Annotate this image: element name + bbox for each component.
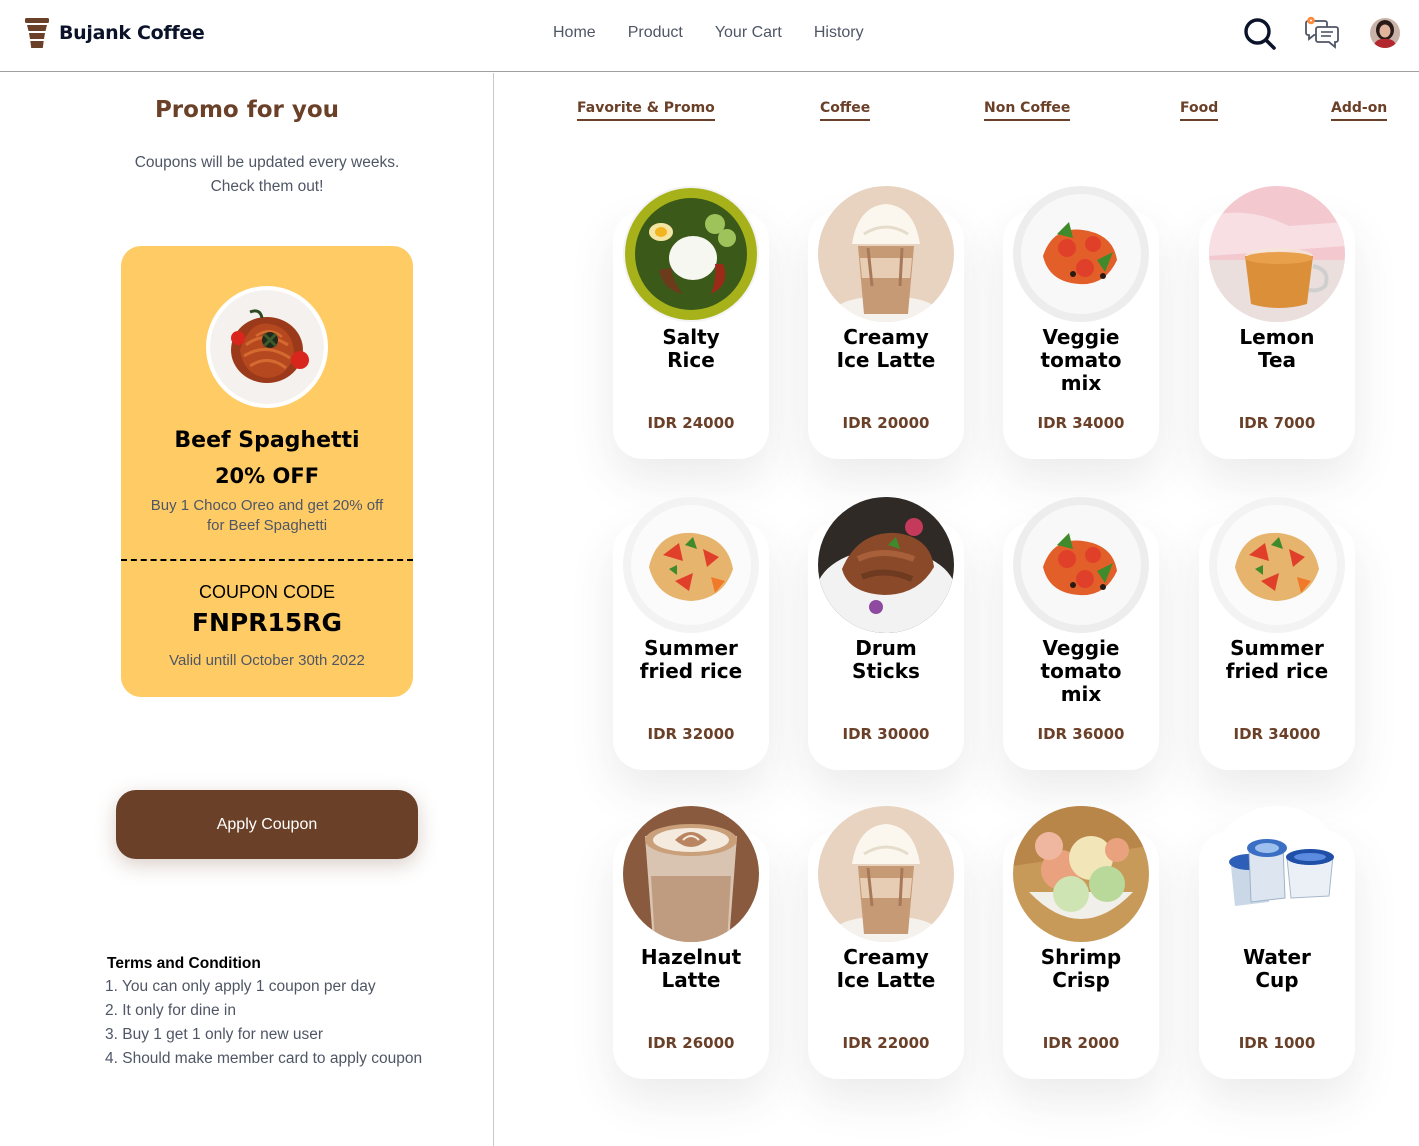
nasi-lemak-image — [623, 186, 759, 322]
coupon-validity: Valid untill October 30th 2022 — [169, 652, 365, 669]
product-card[interactable]: Summer fried rice IDR 34000 — [1199, 497, 1355, 770]
product-card[interactable]: Shrimp Crisp IDR 2000 — [1003, 806, 1159, 1079]
product-name: Hazelnut Latte — [640, 945, 742, 992]
product-price: IDR 26000 — [647, 1034, 735, 1052]
brand[interactable]: Bujank Coffee — [24, 17, 205, 49]
product-price: IDR 7000 — [1238, 414, 1316, 432]
product-price: IDR 30000 — [842, 725, 930, 743]
product-price: IDR 2000 — [1042, 1034, 1120, 1052]
product-card[interactable]: Lemon Tea IDR 7000 — [1199, 186, 1355, 459]
coupon-divider — [121, 559, 413, 561]
tab-favorite-promo[interactable]: Favorite & Promo — [577, 100, 715, 121]
tomato-mix-image — [1013, 497, 1149, 633]
product-price: IDR 1000 — [1238, 1034, 1316, 1052]
product-price: IDR 34000 — [1233, 725, 1321, 743]
user-avatar[interactable] — [1370, 18, 1400, 48]
coffee-cup-logo-icon — [24, 17, 50, 49]
fried-rice-image — [1209, 497, 1345, 633]
promo-title: Promo for you — [154, 97, 340, 123]
terms-and-conditions: Terms and Condition 1. You can only appl… — [105, 953, 422, 1071]
product-card[interactable]: Salty Rice IDR 24000 — [613, 186, 769, 459]
nav-product[interactable]: Product — [628, 24, 683, 42]
product-price: IDR 32000 — [647, 725, 735, 743]
product-name: Shrimp Crisp — [1040, 945, 1122, 992]
product-card[interactable]: Drum Sticks IDR 30000 — [808, 497, 964, 770]
tab-food[interactable]: Food — [1180, 100, 1219, 121]
water-cup-image — [1209, 806, 1345, 942]
nav-cart[interactable]: Your Cart — [715, 24, 782, 42]
product-name: Lemon Tea — [1239, 325, 1315, 372]
iced-latte-image — [818, 806, 954, 942]
product-price: IDR 34000 — [1037, 414, 1125, 432]
promo-subtitle-line1: Coupons will be updated every weeks. — [134, 154, 400, 171]
product-name: Water Cup — [1243, 945, 1311, 992]
coupon-desc-line1: Buy 1 Choco Oreo and get 20% off — [150, 497, 384, 514]
coupon-code: FNPR15RG — [191, 608, 343, 637]
iced-latte-image — [818, 186, 954, 322]
product-name: Veggie tomato mix — [1040, 325, 1122, 395]
terms-item: 1. You can only apply 1 coupon per day — [105, 978, 376, 995]
product-name: Summer fried rice — [639, 636, 743, 683]
product-card[interactable]: Water Cup IDR 1000 — [1199, 806, 1355, 1079]
product-name: Salty Rice — [662, 325, 720, 372]
promo-panel: Promo for you Coupons will be updated ev… — [0, 73, 494, 1146]
terms-item: 2. It only for dine in — [105, 1002, 236, 1019]
spaghetti-image — [206, 286, 328, 408]
product-price: IDR 22000 — [842, 1034, 930, 1052]
product-card[interactable]: Veggie tomato mix IDR 34000 — [1003, 186, 1159, 459]
product-price: IDR 36000 — [1037, 725, 1125, 743]
shrimp-crisp-image — [1013, 806, 1149, 942]
coupon-description: Buy 1 Choco Oreo and get 20% off for Bee… — [141, 496, 393, 536]
product-name: Creamy Ice Latte — [836, 945, 936, 992]
tab-non-coffee[interactable]: Non Coffee — [984, 100, 1071, 121]
terms-title: Terms and Condition — [107, 955, 261, 972]
product-card[interactable]: Hazelnut Latte IDR 26000 — [613, 806, 769, 1079]
promo-subtitle-line2: Check them out! — [210, 178, 324, 195]
coupon-discount: 20% OFF — [214, 464, 320, 488]
coupon-card[interactable]: Beef Spaghetti 20% OFF Buy 1 Choco Oreo … — [121, 246, 413, 697]
tab-coffee[interactable]: Coffee — [820, 100, 871, 121]
tomato-mix-image — [1013, 186, 1149, 322]
product-price: IDR 24000 — [647, 414, 735, 432]
product-card[interactable]: Veggie tomato mix IDR 36000 — [1003, 497, 1159, 770]
lemon-tea-image — [1209, 186, 1345, 322]
product-card[interactable]: Creamy Ice Latte IDR 20000 — [808, 186, 964, 459]
main-nav: Home Product Your Cart History — [553, 24, 864, 42]
product-card[interactable]: Creamy Ice Latte IDR 22000 — [808, 806, 964, 1079]
apply-coupon-button[interactable]: Apply Coupon — [116, 790, 418, 859]
nav-home[interactable]: Home — [553, 24, 596, 42]
product-name: Summer fried rice — [1225, 636, 1329, 683]
coupon-item-name: Beef Spaghetti — [174, 428, 360, 453]
chat-icon[interactable] — [1305, 16, 1341, 50]
fried-rice-image — [623, 497, 759, 633]
product-name: Drum Sticks — [852, 636, 920, 683]
nav-history[interactable]: History — [814, 24, 864, 42]
coupon-desc-line2: for Beef Spaghetti — [206, 517, 328, 534]
product-name: Veggie tomato mix — [1040, 636, 1122, 706]
product-card[interactable]: Summer fried rice IDR 32000 — [613, 497, 769, 770]
product-name: Creamy Ice Latte — [836, 325, 936, 372]
drumsticks-image — [818, 497, 954, 633]
terms-item: 4. Should make member card to apply coup… — [105, 1050, 423, 1067]
search-icon[interactable] — [1243, 17, 1277, 51]
tab-add-on[interactable]: Add-on — [1331, 100, 1388, 121]
promo-subtitle: Coupons will be updated every weeks. Che… — [0, 151, 534, 199]
brand-name: Bujank Coffee — [59, 22, 205, 44]
hazelnut-latte-image — [623, 806, 759, 942]
coupon-code-label: COUPON CODE — [198, 582, 335, 602]
terms-item: 3. Buy 1 get 1 only for new user — [105, 1026, 323, 1043]
top-navbar: Bujank Coffee Home Product Your Cart His… — [0, 0, 1419, 72]
product-price: IDR 20000 — [842, 414, 930, 432]
